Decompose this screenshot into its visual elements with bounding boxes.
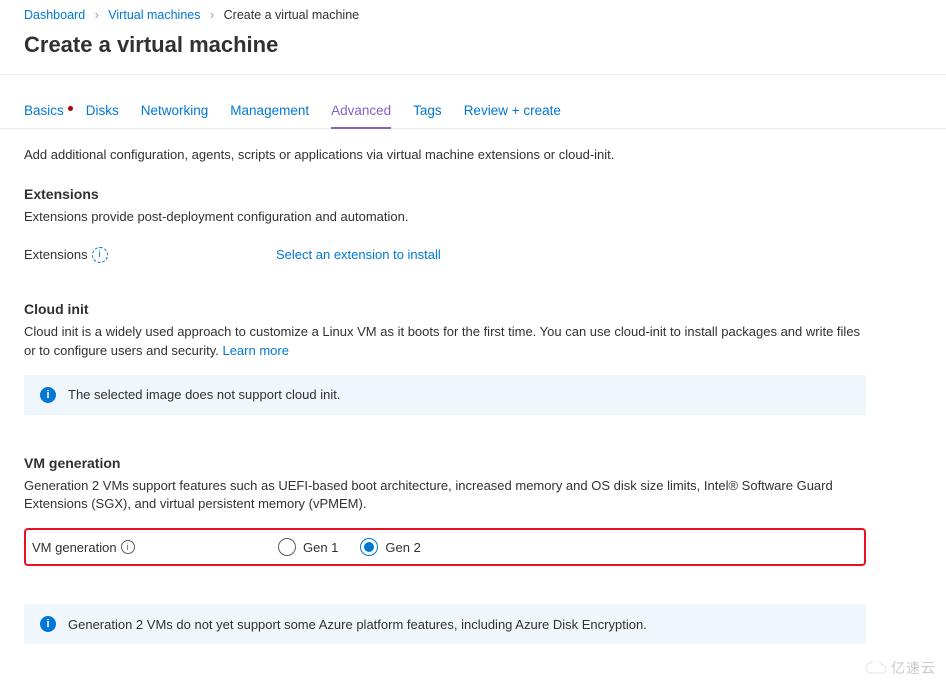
chevron-right-icon: › bbox=[210, 8, 214, 22]
section-vmgen-heading: VM generation bbox=[24, 455, 866, 471]
extensions-row: Extensions i Select an extension to inst… bbox=[24, 241, 866, 269]
tab-basics[interactable]: Basics bbox=[24, 93, 64, 128]
section-cloudinit-heading: Cloud init bbox=[24, 301, 866, 317]
breadcrumb-link-dashboard[interactable]: Dashboard bbox=[24, 8, 85, 22]
radio-icon bbox=[360, 538, 378, 556]
cloudinit-callout-text: The selected image does not support clou… bbox=[68, 387, 340, 402]
radio-gen1-label: Gen 1 bbox=[303, 540, 338, 555]
tab-networking[interactable]: Networking bbox=[141, 93, 209, 128]
info-icon[interactable]: i bbox=[121, 540, 135, 554]
vmgen-description: Generation 2 VMs support features such a… bbox=[24, 477, 866, 515]
tabs: Basics Disks Networking Management Advan… bbox=[0, 93, 946, 129]
info-icon[interactable]: i bbox=[92, 247, 108, 263]
cloudinit-callout: i The selected image does not support cl… bbox=[24, 375, 866, 415]
extensions-description: Extensions provide post-deployment confi… bbox=[24, 208, 866, 227]
vmgen-radio-group: Gen 1 Gen 2 bbox=[278, 538, 421, 556]
tab-content-advanced: Add additional configuration, agents, sc… bbox=[0, 129, 890, 692]
vmgen-highlight: VM generation i Gen 1 Gen 2 bbox=[24, 528, 866, 566]
vmgen-callout-text: Generation 2 VMs do not yet support some… bbox=[68, 617, 647, 632]
learn-more-link[interactable]: Learn more bbox=[222, 343, 288, 358]
vmgen-callout: i Generation 2 VMs do not yet support so… bbox=[24, 604, 866, 644]
intro-text: Add additional configuration, agents, sc… bbox=[24, 147, 866, 162]
watermark-text: 亿速云 bbox=[891, 658, 936, 678]
radio-gen1[interactable]: Gen 1 bbox=[278, 538, 338, 556]
tab-advanced[interactable]: Advanced bbox=[331, 93, 391, 128]
radio-icon bbox=[278, 538, 296, 556]
info-icon: i bbox=[40, 616, 56, 632]
radio-gen2-label: Gen 2 bbox=[385, 540, 420, 555]
divider bbox=[0, 74, 946, 75]
extensions-label: Extensions bbox=[24, 247, 88, 262]
tab-disks[interactable]: Disks bbox=[86, 93, 119, 128]
cloudinit-description: Cloud init is a widely used approach to … bbox=[24, 323, 866, 361]
vmgen-label: VM generation bbox=[32, 540, 117, 555]
select-extension-link[interactable]: Select an extension to install bbox=[276, 247, 441, 262]
tab-management[interactable]: Management bbox=[230, 93, 309, 128]
cloudinit-desc-text: Cloud init is a widely used approach to … bbox=[24, 324, 860, 358]
section-extensions-heading: Extensions bbox=[24, 186, 866, 202]
tab-review[interactable]: Review + create bbox=[464, 93, 561, 128]
page-title: Create a virtual machine bbox=[0, 28, 946, 74]
chevron-right-icon: › bbox=[95, 8, 99, 22]
tab-tags[interactable]: Tags bbox=[413, 93, 442, 128]
watermark: 亿速云 bbox=[865, 658, 936, 678]
radio-gen2[interactable]: Gen 2 bbox=[360, 538, 420, 556]
cloud-icon bbox=[865, 661, 887, 675]
breadcrumb: Dashboard › Virtual machines › Create a … bbox=[0, 0, 946, 28]
breadcrumb-link-vms[interactable]: Virtual machines bbox=[108, 8, 200, 22]
breadcrumb-current: Create a virtual machine bbox=[224, 8, 359, 22]
info-icon: i bbox=[40, 387, 56, 403]
